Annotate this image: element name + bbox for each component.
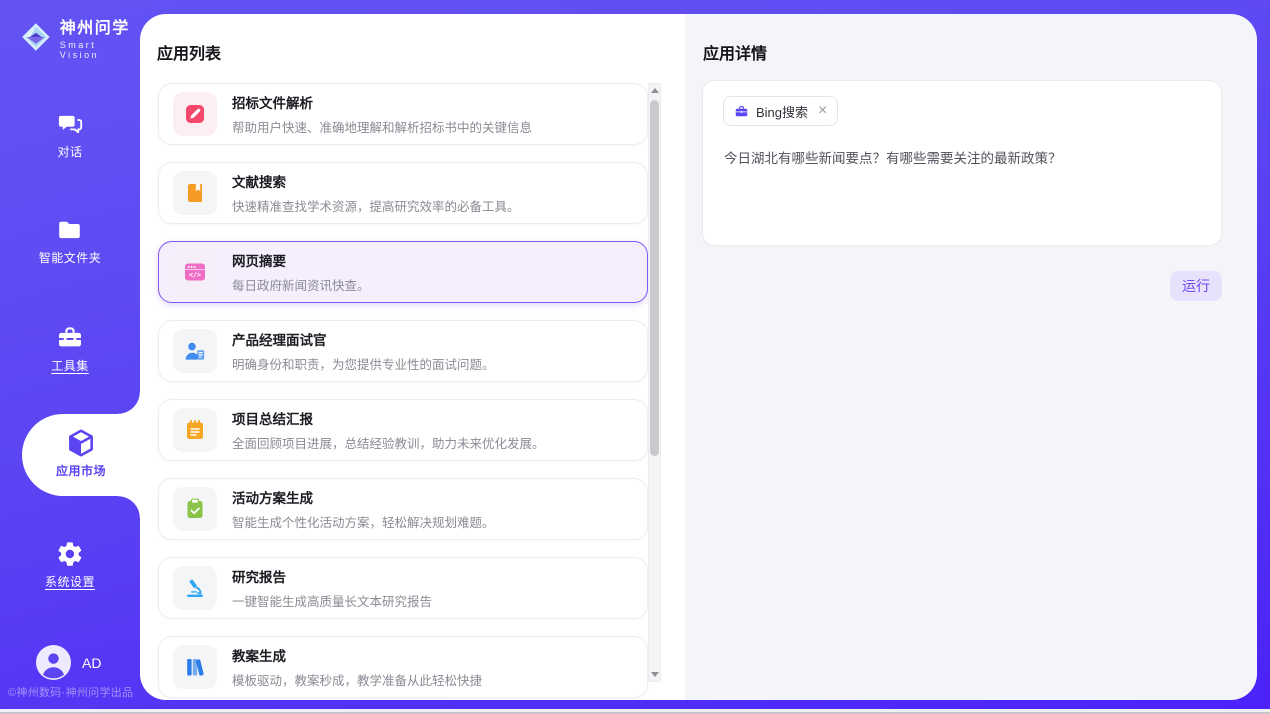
app-window: 神州问学 Smart Vision 对话 智能文件夹 工具集 应用市场: [0, 0, 1270, 714]
scrollbar-thumb[interactable]: [650, 100, 659, 456]
app-list-scrollbar[interactable]: [648, 83, 661, 682]
tool-chip-bing-search[interactable]: Bing搜索 ×: [723, 96, 838, 126]
clipboard-check-icon: [183, 497, 207, 521]
user-account[interactable]: AD: [36, 645, 101, 680]
window-bottom-edge: [0, 709, 1270, 714]
folder-icon: [56, 216, 84, 244]
app-card-lesson-plan[interactable]: 教案生成 模板驱动，教案秒成，教学准备从此轻松快捷: [158, 636, 648, 698]
svg-text:</>: </>: [189, 271, 201, 279]
gear-icon: [56, 540, 84, 568]
app-icon-tile: [173, 566, 217, 610]
app-icon-tile: [173, 171, 217, 215]
app-card-literature-search[interactable]: 文献搜索 快速精准查找学术资源，提高研究效率的必备工具。: [158, 162, 648, 224]
tool-chip-label: Bing搜索: [756, 102, 808, 121]
main-content: 应用列表 招标文件解析 帮助用户快速、准确地理解和解析招标书中的关键信息: [140, 14, 1257, 700]
app-card-title: 文献搜索: [232, 171, 520, 191]
app-list-title: 应用列表: [157, 40, 221, 64]
app-icon-tile: [173, 92, 217, 136]
microscope-icon: [183, 576, 207, 600]
user-avatar-icon: [36, 645, 71, 680]
app-card-title: 项目总结汇报: [232, 408, 545, 428]
app-card-desc: 明确身份和职责，为您提供专业性的面试问题。: [232, 354, 495, 373]
app-detail-title: 应用详情: [703, 40, 767, 64]
app-card-bid-parse[interactable]: 招标文件解析 帮助用户快速、准确地理解和解析招标书中的关键信息: [158, 83, 648, 145]
sidebar-item-settings[interactable]: 系统设置: [0, 540, 140, 590]
prompt-input[interactable]: 今日湖北有哪些新闻要点？有哪些需要关注的最新政策？: [724, 149, 1201, 169]
app-icon-tile: </>: [173, 250, 217, 294]
briefcase-icon: [734, 104, 749, 119]
browser-code-icon: </>: [183, 260, 207, 284]
books-icon: [183, 655, 207, 679]
app-detail-panel: 应用详情 Bing搜索 × 今日湖北有哪些新闻要点？有哪些需要关注的最新政策？ …: [685, 14, 1257, 700]
app-icon-tile: [173, 329, 217, 373]
run-button[interactable]: 运行: [1170, 271, 1222, 301]
app-card-desc: 每日政府新闻资讯快查。: [232, 275, 370, 294]
app-card-desc: 帮助用户快速、准确地理解和解析招标书中的关键信息: [232, 117, 532, 136]
app-card-desc: 模板驱动，教案秒成，教学准备从此轻松快捷: [232, 670, 482, 689]
cube-icon: [65, 427, 97, 459]
sidebar: 神州问学 Smart Vision 对话 智能文件夹 工具集 应用市场: [0, 0, 140, 709]
app-list: 招标文件解析 帮助用户快速、准确地理解和解析招标书中的关键信息 文献搜索 快速精…: [158, 83, 648, 700]
app-icon-tile: [173, 408, 217, 452]
brand-name: 神州问学: [60, 14, 140, 38]
app-card-title: 网页摘要: [232, 250, 370, 270]
app-card-web-summary[interactable]: </> 网页摘要 每日政府新闻资讯快查。: [158, 241, 648, 303]
book-icon: [183, 181, 207, 205]
app-card-title: 产品经理面试官: [232, 329, 495, 349]
app-card-research-report[interactable]: 研究报告 一键智能生成高质量长文本研究报告: [158, 557, 648, 619]
diamond-logo: [20, 21, 52, 53]
brand-logo: 神州问学 Smart Vision: [20, 14, 140, 60]
app-card-project-report[interactable]: 项目总结汇报 全面回顾项目进展，总结经验教训，助力未来优化发展。: [158, 399, 648, 461]
sidebar-item-market[interactable]: 应用市场: [22, 414, 140, 496]
sidebar-item-folder[interactable]: 智能文件夹: [0, 216, 140, 266]
sidebar-item-chat[interactable]: 对话: [0, 110, 140, 160]
scroll-up-icon[interactable]: [651, 88, 659, 93]
app-card-event-plan[interactable]: 活动方案生成 智能生成个性化活动方案，轻松解决规划难题。: [158, 478, 648, 540]
app-card-title: 教案生成: [232, 645, 482, 665]
app-card-pm-interviewer[interactable]: 产品经理面试官 明确身份和职责，为您提供专业性的面试问题。: [158, 320, 648, 382]
close-icon[interactable]: ×: [818, 103, 827, 119]
edit-pen-icon: [183, 102, 207, 126]
sidebar-item-toolbox[interactable]: 工具集: [0, 324, 140, 374]
copyright-footer: ©神州数码·神州问学出品: [8, 684, 142, 700]
notepad-icon: [183, 418, 207, 442]
app-icon-tile: [173, 487, 217, 531]
app-card-title: 招标文件解析: [232, 92, 532, 112]
toolbox-icon: [56, 324, 84, 352]
input-toolbar: [723, 215, 805, 233]
brand-tagline: Smart Vision: [60, 40, 140, 60]
prompt-card: Bing搜索 × 今日湖北有哪些新闻要点？有哪些需要关注的最新政策？: [702, 80, 1222, 246]
user-name: AD: [82, 655, 101, 671]
app-icon-tile: [173, 645, 217, 689]
app-card-title: 研究报告: [232, 566, 432, 586]
scroll-down-icon[interactable]: [651, 672, 659, 677]
interviewer-icon: [183, 339, 207, 363]
chat-icon: [56, 110, 84, 138]
app-list-panel: 应用列表 招标文件解析 帮助用户快速、准确地理解和解析招标书中的关键信息: [140, 14, 685, 700]
app-card-desc: 快速精准查找学术资源，提高研究效率的必备工具。: [232, 196, 520, 215]
app-card-title: 活动方案生成: [232, 487, 495, 507]
app-card-desc: 全面回顾项目进展，总结经验教训，助力未来优化发展。: [232, 433, 545, 452]
app-card-desc: 智能生成个性化活动方案，轻松解决规划难题。: [232, 512, 495, 531]
app-card-desc: 一键智能生成高质量长文本研究报告: [232, 591, 432, 610]
